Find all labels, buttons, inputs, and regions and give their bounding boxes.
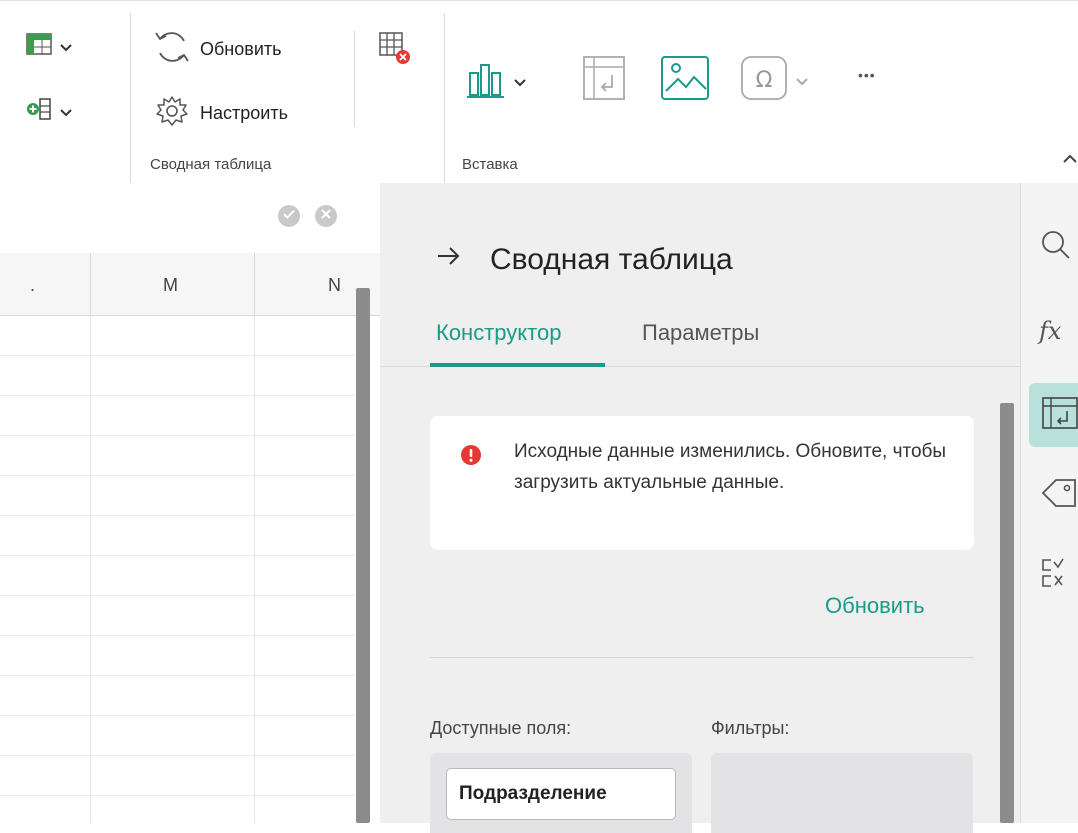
- search-icon: [1039, 229, 1078, 266]
- grid-line: [254, 315, 255, 823]
- chevron-down-icon: [796, 70, 808, 91]
- grid-line: [0, 795, 355, 796]
- close-icon: [320, 207, 332, 225]
- gear-icon: [152, 93, 192, 134]
- cancel-formula-button[interactable]: [315, 205, 337, 227]
- insert-chart-dropdown[interactable]: [466, 59, 526, 104]
- ribbon-toolbar: Обновить Настроить Сводная таблица Ω •••…: [0, 0, 1078, 185]
- checklist-icon: [1039, 556, 1078, 595]
- grid-line: [0, 355, 355, 356]
- more-options-button[interactable]: •••: [858, 67, 876, 83]
- column-header-partial: .: [30, 275, 36, 295]
- grid-line: [0, 395, 355, 396]
- tag-icon: [1039, 476, 1078, 515]
- delete-pivot-button[interactable]: [378, 31, 412, 72]
- omega-symbol-icon: Ω: [740, 55, 788, 106]
- formula-bar: [0, 183, 380, 254]
- side-pivot-button[interactable]: [1029, 383, 1078, 447]
- grid-line: [0, 435, 355, 436]
- pivot-group-label: Сводная таблица: [150, 156, 272, 173]
- configure-button-label: Настроить: [200, 103, 288, 123]
- refresh-icon: [152, 29, 192, 70]
- image-icon: [660, 56, 710, 105]
- alert-message: Исходные данные изменились. Обновите, чт…: [514, 441, 947, 493]
- ribbon-separator: [444, 13, 445, 183]
- grid-line: [0, 755, 355, 756]
- chevron-down-icon: [60, 36, 72, 57]
- tab-parameters[interactable]: Параметры: [642, 320, 759, 346]
- field-item-division[interactable]: Подразделение: [446, 768, 676, 820]
- column-header-n[interactable]: N: [328, 275, 341, 296]
- insert-group-label: Вставка: [462, 156, 518, 173]
- tab-constructor[interactable]: Конструктор: [436, 320, 561, 346]
- grid-line: [0, 595, 355, 596]
- active-tab-indicator: [430, 363, 605, 367]
- grid-line: [0, 635, 355, 636]
- pivot-table-icon: [1041, 396, 1078, 435]
- column-header-row: . M N: [0, 253, 380, 316]
- filters-label: Фильтры:: [711, 718, 790, 738]
- column-header-m[interactable]: M: [163, 275, 178, 296]
- chevron-up-icon: [1062, 151, 1078, 168]
- table-layout-icon: [26, 33, 52, 60]
- arrow-right-icon: [436, 247, 462, 271]
- bar-chart-icon: [466, 59, 506, 104]
- panel-back-button[interactable]: [436, 245, 462, 272]
- column-divider: [90, 253, 91, 315]
- spreadsheet-area: . M N: [0, 183, 380, 823]
- collapse-ribbon-button[interactable]: [1062, 151, 1078, 169]
- warning-icon: [460, 444, 482, 471]
- chevron-down-icon: [514, 71, 526, 92]
- side-toolbar: fx: [1020, 183, 1078, 823]
- grid-line: [0, 475, 355, 476]
- table-delete-icon: [378, 32, 412, 71]
- fx-icon: fx: [1039, 317, 1062, 345]
- add-field-dropdown[interactable]: [26, 97, 72, 126]
- side-search-button[interactable]: [1039, 227, 1078, 267]
- grid-line: [90, 315, 91, 823]
- pivot-table-icon: [582, 56, 626, 105]
- sheet-vertical-scrollbar[interactable]: [356, 288, 370, 823]
- insert-pivot-table-button[interactable]: [582, 55, 626, 106]
- svg-text:Ω: Ω: [756, 68, 773, 93]
- grid-line: [0, 555, 355, 556]
- refresh-data-link[interactable]: Обновить: [825, 593, 925, 619]
- panel-title: Сводная таблица: [490, 243, 733, 276]
- source-changed-alert: Исходные данные изменились. Обновите, чт…: [430, 416, 974, 550]
- refresh-button[interactable]: Обновить: [152, 29, 282, 70]
- column-divider: [254, 253, 255, 315]
- chevron-down-icon: [60, 101, 72, 122]
- pivot-layout-dropdown[interactable]: [26, 33, 72, 60]
- add-column-icon: [26, 97, 52, 126]
- pivot-table-panel: Сводная таблица Конструктор Параметры Ис…: [380, 183, 1020, 833]
- side-tags-button[interactable]: [1039, 475, 1078, 515]
- check-icon: [282, 207, 296, 225]
- side-functions-button[interactable]: fx: [1039, 311, 1078, 351]
- confirm-formula-button[interactable]: [278, 205, 300, 227]
- filters-dropzone[interactable]: [711, 753, 973, 833]
- grid-line: [0, 515, 355, 516]
- side-review-button[interactable]: [1039, 555, 1078, 595]
- ribbon-separator: [354, 31, 355, 127]
- configure-button[interactable]: Настроить: [152, 93, 288, 134]
- refresh-button-label: Обновить: [200, 39, 282, 59]
- section-divider: [430, 657, 974, 658]
- available-fields-label: Доступные поля:: [430, 718, 572, 738]
- grid-line: [0, 715, 355, 716]
- ribbon-separator: [130, 13, 131, 183]
- insert-symbol-dropdown[interactable]: Ω: [740, 55, 808, 106]
- grid-line: [0, 675, 355, 676]
- insert-image-button[interactable]: [660, 55, 710, 106]
- panel-vertical-scrollbar[interactable]: [1000, 403, 1014, 823]
